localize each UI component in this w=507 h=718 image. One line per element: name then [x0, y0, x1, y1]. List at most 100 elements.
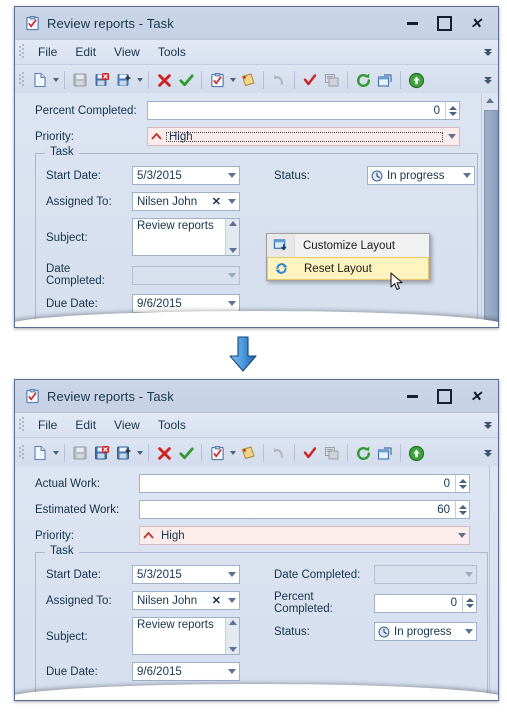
percent-completed-input[interactable]: 0 [374, 593, 477, 613]
delete-icon[interactable] [153, 69, 175, 91]
due-date-dropdown-caret-icon[interactable] [224, 669, 239, 674]
check-icon[interactable] [299, 442, 321, 464]
recurrence-icon[interactable] [352, 69, 374, 91]
toolbar-overflow-chevron-icon[interactable] [484, 76, 492, 84]
due-date-dropdown-caret-icon[interactable] [224, 301, 239, 306]
save-and-close-icon[interactable] [91, 69, 113, 91]
toolbar-overflow-chevron-icon[interactable] [484, 449, 492, 457]
start-date-dropdown-caret-icon[interactable] [224, 572, 239, 577]
save-and-new-dropdown-icon[interactable] [135, 69, 144, 91]
menu-item-edit[interactable]: Edit [66, 416, 105, 434]
new-document-icon[interactable] [29, 69, 51, 91]
status-combo[interactable]: In progress [374, 622, 477, 641]
priority-combo[interactable]: High [147, 127, 460, 146]
estimated-work-spinner[interactable] [455, 501, 469, 518]
start-date-input[interactable]: 5/3/2015 [132, 565, 240, 584]
date-completed-dropdown-caret-icon[interactable] [224, 272, 239, 278]
minimize-button[interactable] [396, 12, 428, 34]
title-bar[interactable]: Review reports - Task ✕ [15, 380, 498, 412]
status-dropdown-caret-icon[interactable] [461, 629, 476, 634]
assigned-to-label: Assigned To: [46, 594, 112, 607]
new-document-dropdown-icon[interactable] [51, 69, 60, 91]
mark-complete-icon[interactable] [175, 69, 197, 91]
date-completed-dropdown-caret-icon[interactable] [461, 572, 476, 577]
menu-item-edit[interactable]: Edit [66, 43, 105, 61]
date-completed-input[interactable] [374, 565, 477, 584]
mark-complete-icon[interactable] [175, 442, 197, 464]
assigned-to-clear-icon[interactable]: ✕ [209, 594, 224, 607]
field-row-percent-completed: Percent Completed: 0 [35, 101, 478, 120]
actual-work-spinner[interactable] [455, 475, 469, 492]
save-and-new-icon[interactable] [113, 442, 135, 464]
recurrence-icon[interactable] [352, 442, 374, 464]
subject-value: Review reports [137, 619, 214, 631]
task-dropdown-icon[interactable] [228, 442, 237, 464]
maximize-button[interactable] [428, 12, 460, 34]
start-date-dropdown-caret-icon[interactable] [224, 173, 239, 178]
open-window-icon[interactable] [374, 442, 396, 464]
open-window-icon[interactable] [374, 69, 396, 91]
menu-overflow-chevron-icon[interactable] [484, 48, 492, 56]
subject-memo-input[interactable]: Review reports [132, 617, 240, 655]
assigned-to-dropdown-caret-icon[interactable] [224, 199, 239, 204]
toolbar-grip-handle[interactable] [19, 71, 27, 89]
status-clock-icon [375, 626, 393, 638]
assigned-to-dropdown-caret-icon[interactable] [224, 598, 239, 603]
menu-item-view[interactable]: View [105, 43, 149, 61]
move-up-icon[interactable] [405, 69, 427, 91]
menu-item-tools[interactable]: Tools [149, 43, 195, 61]
maximize-button[interactable] [428, 385, 460, 407]
estimated-work-input[interactable]: 60 [139, 500, 470, 519]
notes-icon[interactable] [237, 69, 259, 91]
new-document-dropdown-icon[interactable] [51, 442, 60, 464]
actual-work-input[interactable]: 0 [139, 474, 470, 493]
close-button[interactable]: ✕ [460, 385, 492, 407]
task-dropdown-icon[interactable] [228, 69, 237, 91]
task-icon[interactable] [206, 69, 228, 91]
delete-icon[interactable] [153, 442, 175, 464]
subject-scrollbar[interactable] [225, 219, 239, 255]
status-dropdown-caret-icon[interactable] [459, 173, 474, 178]
due-date-input[interactable]: 9/6/2015 [132, 662, 240, 681]
date-completed-input[interactable] [132, 265, 240, 285]
field-row-estimated-work: Estimated Work: 60 [35, 500, 478, 519]
save-and-close-icon[interactable] [91, 442, 113, 464]
notes-icon[interactable] [237, 442, 259, 464]
percent-completed-spinner[interactable] [462, 594, 476, 612]
save-and-new-dropdown-icon[interactable] [135, 442, 144, 464]
menu-item-file[interactable]: File [29, 416, 66, 434]
percent-completed-input[interactable]: 0 [147, 101, 460, 120]
menu-item-tools[interactable]: Tools [149, 416, 195, 434]
assigned-to-input[interactable]: Nilsen John ✕ [132, 591, 240, 610]
toolbar-grip-handle[interactable] [19, 444, 27, 462]
subject-scrollbar[interactable] [225, 618, 239, 654]
check-icon[interactable] [299, 69, 321, 91]
status-combo[interactable]: In progress [367, 166, 475, 185]
scrollbar-thumb[interactable] [484, 110, 498, 327]
menu-grip-handle[interactable] [19, 416, 27, 434]
minimize-button[interactable] [396, 385, 428, 407]
menu-grip-handle[interactable] [19, 43, 27, 61]
scroll-up-button[interactable] [482, 93, 498, 108]
move-up-icon[interactable] [405, 442, 427, 464]
priority-dropdown-caret-icon[interactable] [444, 134, 459, 139]
vertical-scrollbar[interactable] [481, 93, 498, 327]
new-document-icon[interactable] [29, 442, 51, 464]
task-icon[interactable] [206, 442, 228, 464]
assigned-to-clear-icon[interactable]: ✕ [209, 195, 224, 208]
assigned-to-input[interactable]: Nilsen John ✕ [132, 192, 240, 211]
percent-completed-spinner[interactable] [445, 102, 459, 119]
menu-item-file[interactable]: File [29, 43, 66, 61]
subject-memo-input[interactable]: Review reports [132, 218, 240, 256]
start-date-input[interactable]: 5/3/2015 [132, 166, 240, 185]
priority-dropdown-caret-icon[interactable] [454, 533, 469, 538]
close-button[interactable]: ✕ [460, 12, 492, 34]
context-menu-item-reset-layout[interactable]: Reset Layout [267, 257, 429, 280]
context-menu-item-customize-layout[interactable]: Customize Layout [267, 234, 429, 257]
save-and-new-icon[interactable] [113, 69, 135, 91]
priority-high-arrow-icon [148, 132, 165, 141]
menu-item-view[interactable]: View [105, 416, 149, 434]
priority-combo[interactable]: High [139, 526, 470, 545]
title-bar[interactable]: Review reports - Task ✕ [15, 7, 498, 39]
menu-overflow-chevron-icon[interactable] [484, 421, 492, 429]
